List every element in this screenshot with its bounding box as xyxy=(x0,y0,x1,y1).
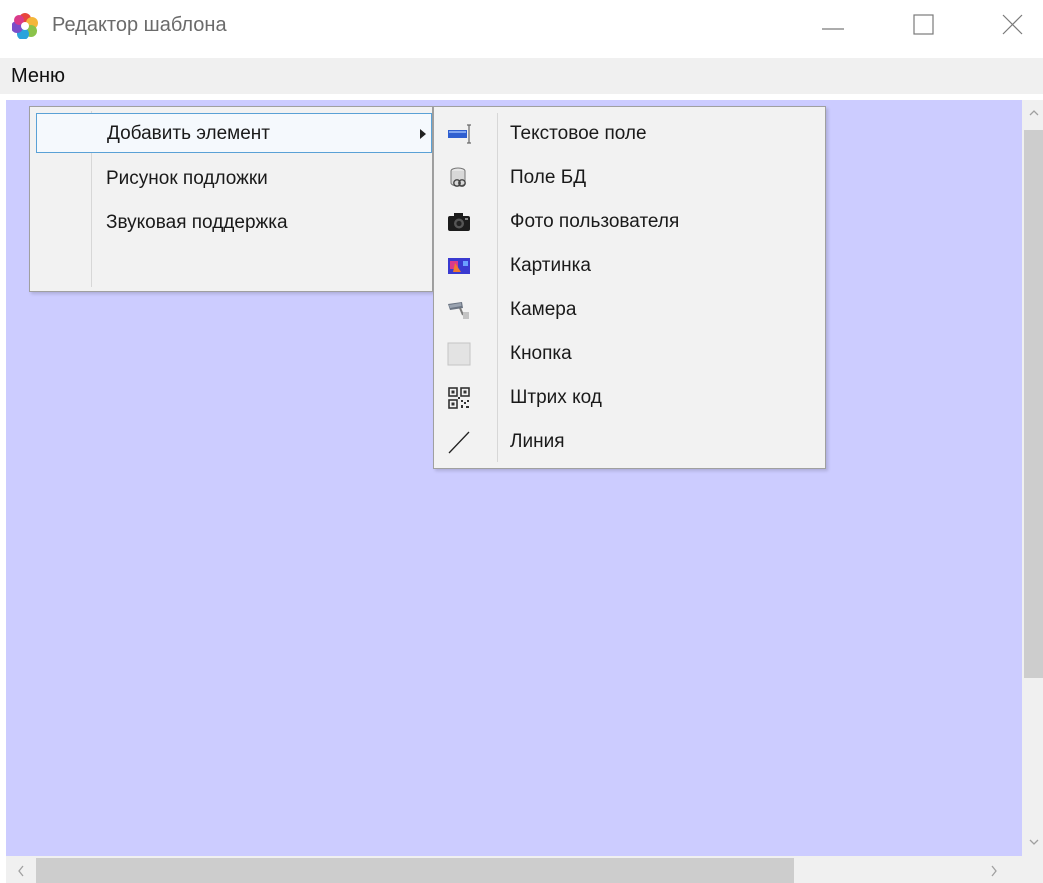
submenu-item-label: Текстовое поле xyxy=(510,123,647,144)
submenu-item-label: Фото пользователя xyxy=(510,211,680,232)
menu-item-label: Звуковая поддержка xyxy=(106,212,288,233)
submenu-item-text-field[interactable]: Текстовое поле xyxy=(438,113,822,155)
text-field-icon xyxy=(448,124,471,144)
menu-item-label: Добавить элемент xyxy=(107,123,271,144)
submenu-item-user-photo[interactable]: Фото пользователя xyxy=(438,201,822,243)
database-field-icon xyxy=(450,167,466,187)
menu-button[interactable]: Меню xyxy=(11,65,65,88)
minimize-button[interactable] xyxy=(813,8,853,44)
scroll-up-icon[interactable] xyxy=(1027,104,1041,122)
vertical-scroll-thumb[interactable] xyxy=(1024,130,1043,678)
submenu-item-label: Камера xyxy=(510,299,577,320)
horizontal-scroll-thumb[interactable] xyxy=(36,858,794,883)
maximize-button[interactable] xyxy=(904,8,944,44)
menu-item-add-element[interactable]: Добавить элемент xyxy=(36,113,432,153)
scrollbar-corner xyxy=(1022,856,1043,883)
scroll-right-icon[interactable] xyxy=(985,862,1003,880)
line-icon xyxy=(448,431,470,454)
title-bar: Редактор шаблона xyxy=(0,0,1043,56)
qr-code-icon xyxy=(448,387,470,409)
add-element-submenu: Текстовое поле Поле БД Фото пользователя… xyxy=(433,106,826,469)
scroll-down-icon[interactable] xyxy=(1027,833,1041,851)
submenu-item-label: Картинка xyxy=(510,255,591,276)
picture-icon xyxy=(448,258,470,274)
menu-item-background-image[interactable]: Рисунок подложки xyxy=(36,159,432,199)
submenu-arrow-icon xyxy=(420,129,426,139)
menu-item-label: Рисунок подложки xyxy=(106,168,268,189)
scroll-left-icon[interactable] xyxy=(12,862,30,880)
window-title: Редактор шаблона xyxy=(52,14,227,36)
menu-bar: Меню xyxy=(0,58,1043,94)
submenu-item-barcode[interactable]: Штрих код xyxy=(438,377,822,419)
cctv-camera-icon xyxy=(448,302,469,319)
submenu-item-button[interactable]: Кнопка xyxy=(438,333,822,375)
submenu-item-camera[interactable]: Камера xyxy=(438,289,822,331)
submenu-item-label: Поле БД xyxy=(510,167,587,188)
camera-photo-icon xyxy=(448,213,470,231)
submenu-item-line[interactable]: Линия xyxy=(438,421,822,463)
context-menu: Добавить элемент Рисунок подложки Звуков… xyxy=(29,106,433,292)
app-logo-icon xyxy=(12,13,38,39)
button-icon xyxy=(447,342,471,366)
submenu-item-label: Кнопка xyxy=(510,343,572,364)
submenu-item-label: Штрих код xyxy=(510,387,602,408)
submenu-item-db-field[interactable]: Поле БД xyxy=(438,157,822,199)
submenu-item-label: Линия xyxy=(510,431,565,452)
menu-item-sound-support[interactable]: Звуковая поддержка xyxy=(36,203,432,243)
submenu-item-picture[interactable]: Картинка xyxy=(438,245,822,287)
close-button[interactable] xyxy=(993,8,1033,44)
